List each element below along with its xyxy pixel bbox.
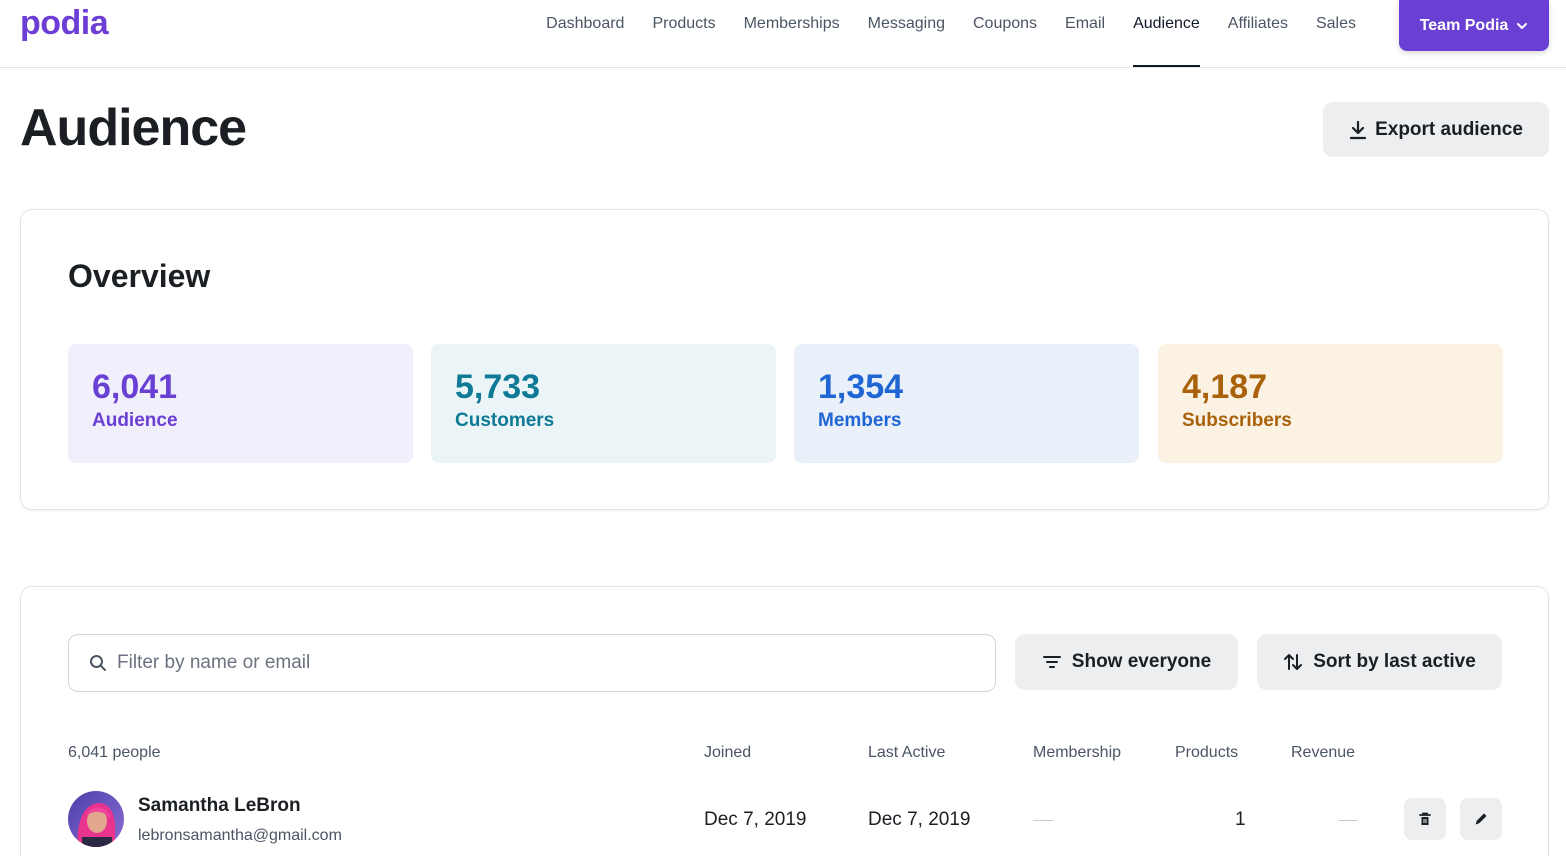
overview-card: Overview 6,041 Audience 5,733 Customers … <box>20 209 1549 510</box>
stat-value: 4,187 <box>1182 368 1268 406</box>
export-audience-button[interactable]: Export audience <box>1323 102 1549 157</box>
column-header-last-active[interactable]: Last Active <box>868 744 945 762</box>
show-everyone-button[interactable]: Show everyone <box>1015 634 1238 690</box>
column-header-membership[interactable]: Membership <box>1033 744 1121 762</box>
top-navigation: podia Dashboard Products Memberships Mes… <box>0 0 1566 68</box>
table-row[interactable]: Samantha LeBron lebronsamantha@gmail.com… <box>68 789 1502 849</box>
sort-arrows-icon <box>1284 654 1303 670</box>
filter-icon <box>1042 656 1061 668</box>
download-icon <box>1349 120 1367 139</box>
podia-logo[interactable]: podia <box>20 4 109 43</box>
edit-button[interactable] <box>1460 798 1502 840</box>
nav-email[interactable]: Email <box>1051 0 1119 48</box>
nav-affiliates[interactable]: Affiliates <box>1214 0 1302 48</box>
last-active-date: Dec 7, 2019 <box>868 809 971 830</box>
stat-value: 1,354 <box>818 368 904 406</box>
column-header-products[interactable]: Products <box>1175 744 1238 762</box>
stat-audience[interactable]: 6,041 Audience <box>68 344 413 463</box>
sort-label: Sort by last active <box>1313 651 1476 672</box>
search-icon <box>90 655 106 671</box>
stat-label: Members <box>818 410 902 431</box>
pencil-icon <box>1475 813 1487 825</box>
column-header-joined[interactable]: Joined <box>704 744 751 762</box>
export-audience-label: Export audience <box>1375 118 1523 140</box>
person-email: lebronsamantha@gmail.com <box>138 827 342 844</box>
nav-coupons[interactable]: Coupons <box>959 0 1051 48</box>
revenue-empty-dash <box>1338 820 1358 821</box>
stat-label: Subscribers <box>1182 410 1292 431</box>
search-input[interactable] <box>117 652 967 674</box>
stat-label: Customers <box>455 410 555 431</box>
people-count: 6,041 people <box>68 744 161 761</box>
stat-label: Audience <box>92 410 178 431</box>
chevron-down-icon <box>1517 22 1528 29</box>
joined-date: Dec 7, 2019 <box>704 809 807 830</box>
nav-audience[interactable]: Audience <box>1119 0 1214 67</box>
team-menu-label: Team Podia <box>1419 16 1509 34</box>
avatar <box>68 791 124 847</box>
team-menu-button[interactable]: Team Podia <box>1399 0 1549 51</box>
stat-value: 6,041 <box>92 368 178 406</box>
nav-memberships[interactable]: Memberships <box>730 0 854 48</box>
sort-button[interactable]: Sort by last active <box>1257 634 1502 690</box>
stat-customers[interactable]: 5,733 Customers <box>431 344 776 463</box>
nav-products[interactable]: Products <box>638 0 729 48</box>
products-count: 1 <box>1235 809 1246 830</box>
stat-value: 5,733 <box>455 368 541 406</box>
stat-subscribers[interactable]: 4,187 Subscribers <box>1158 344 1503 463</box>
delete-button[interactable] <box>1404 798 1446 840</box>
show-everyone-label: Show everyone <box>1071 651 1212 672</box>
nav-dashboard[interactable]: Dashboard <box>532 0 638 48</box>
trash-icon <box>1419 812 1431 825</box>
column-header-revenue[interactable]: Revenue <box>1291 744 1355 762</box>
main-nav: Dashboard Products Memberships Messaging… <box>532 0 1370 67</box>
person-name[interactable]: Samantha LeBron <box>138 795 301 817</box>
nav-sales[interactable]: Sales <box>1302 0 1370 48</box>
page-title: Audience <box>20 99 247 157</box>
people-card: Show everyone Sort by last active 6,041 … <box>20 586 1549 856</box>
membership-empty-dash <box>1033 820 1053 821</box>
overview-title: Overview <box>68 258 211 294</box>
stat-members[interactable]: 1,354 Members <box>794 344 1139 463</box>
nav-messaging[interactable]: Messaging <box>854 0 959 48</box>
search-box[interactable] <box>68 634 996 692</box>
